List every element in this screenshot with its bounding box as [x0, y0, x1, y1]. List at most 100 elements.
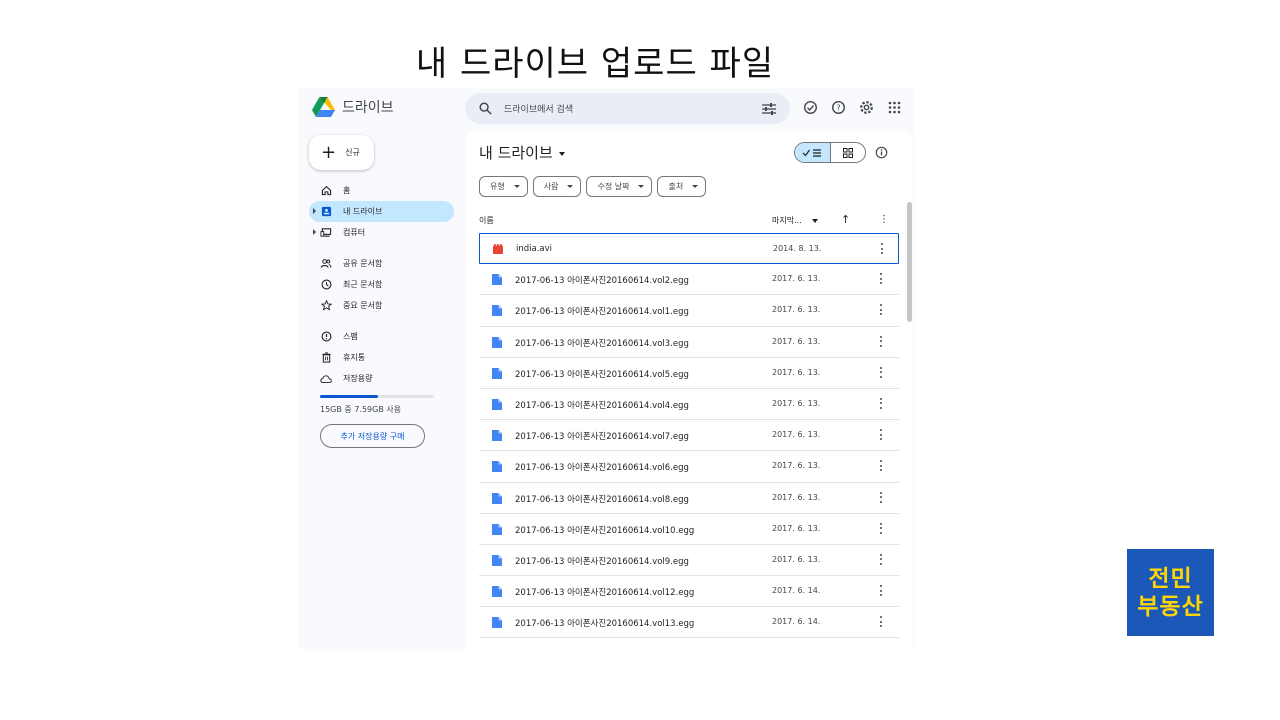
more-vert-icon[interactable] [877, 428, 885, 441]
help-icon[interactable]: ? [831, 100, 846, 115]
column-header-modified-label: 마지막... [772, 216, 802, 225]
document-file-icon [492, 398, 502, 410]
expand-caret-icon[interactable] [313, 229, 316, 235]
more-vert-icon[interactable]: ⋮ [879, 214, 889, 225]
grid-view-button[interactable] [831, 143, 866, 162]
offline-ready-icon[interactable] [803, 100, 818, 115]
search-icon[interactable] [479, 102, 492, 115]
file-row[interactable]: 2017-06-13 아이폰사진20160614.vol2.egg 2017. 6… [479, 264, 899, 296]
file-name[interactable]: 2017-06-13 아이폰사진20160614.vol9.egg [515, 555, 689, 567]
more-vert-icon[interactable] [877, 553, 885, 566]
more-vert-icon[interactable] [877, 272, 885, 285]
file-row[interactable]: 2017-06-13 아이폰사진20160614.vol7.egg 2017. 6… [479, 420, 899, 452]
sidebar-item-label: 최근 문서함 [343, 280, 383, 289]
sidebar-item-computers[interactable]: 컴퓨터 [309, 222, 454, 243]
more-vert-icon[interactable] [877, 584, 885, 597]
sidebar-item-shared[interactable]: 공유 문서함 [309, 253, 454, 274]
scrollbar[interactable] [907, 202, 912, 322]
sidebar-item-trash[interactable]: 휴지통 [309, 347, 454, 368]
info-icon[interactable] [875, 146, 888, 159]
brand-badge-line2: 부동산 [1137, 593, 1204, 620]
file-name[interactable]: 2017-06-13 아이폰사진20160614.vol13.egg [515, 617, 694, 629]
more-vert-icon[interactable] [877, 459, 885, 472]
file-name[interactable]: 2017-06-13 아이폰사진20160614.vol5.egg [515, 368, 689, 380]
file-row[interactable]: 2017-06-13 아이폰사진20160614.vol6.egg 2017. 6… [479, 451, 899, 483]
list-view-icon [802, 148, 822, 157]
file-row[interactable]: 2017-06-13 아이폰사진20160614.vol4.egg 2017. 6… [479, 389, 899, 421]
sidebar-item-recent[interactable]: 최근 문서함 [309, 274, 454, 295]
file-name[interactable]: 2017-06-13 아이폰사진20160614.vol10.egg [515, 524, 694, 536]
computer-icon [320, 227, 332, 239]
sidebar-item-storage[interactable]: 저장용량 [309, 368, 454, 389]
file-row[interactable]: 2017-06-13 아이폰사진20160614.vol9.egg 2017. 6… [479, 545, 899, 577]
file-modified-date: 2017. 6. 13. [772, 461, 821, 471]
sidebar-item-label: 홈 [343, 186, 351, 195]
cloud-icon [320, 373, 332, 385]
file-row[interactable]: 2017-06-13 아이폰사진20160614.vol12.egg 2017. … [479, 576, 899, 608]
file-row[interactable]: india.avi 2014. 8. 13. [479, 233, 899, 265]
file-row[interactable]: 2017-06-13 아이폰사진20160614.vol5.egg 2017. 6… [479, 358, 899, 389]
column-header-modified[interactable]: 마지막... [772, 215, 818, 226]
more-vert-icon[interactable] [877, 366, 885, 379]
sidebar-item-home[interactable]: 홈 [309, 180, 454, 201]
search-input[interactable]: 드라이브에서 검색 [504, 102, 762, 115]
file-modified-date: 2017. 6. 13. [772, 398, 821, 408]
main-content: 내 드라이브 유형 사람 수정 날짜 출처 이름 마지막... ↑ ⋮ indi… [466, 129, 913, 649]
sidebar-nav-secondary: 공유 문서함 최근 문서함 중요 문서함 [309, 253, 454, 316]
chevron-down-icon [692, 185, 699, 188]
filter-people-chip[interactable]: 사람 [532, 176, 582, 197]
recent-icon [320, 279, 332, 291]
chevron-down-icon [567, 185, 574, 188]
file-name[interactable]: 2017-06-13 아이폰사진20160614.vol8.egg [515, 493, 689, 505]
more-vert-icon[interactable] [877, 522, 885, 535]
settings-icon[interactable] [859, 100, 874, 115]
more-vert-icon[interactable] [877, 615, 885, 628]
page-title[interactable]: 내 드라이브 [479, 142, 565, 163]
my-drive-icon [320, 206, 332, 218]
file-name[interactable]: 2017-06-13 아이폰사진20160614.vol12.egg [515, 586, 694, 598]
column-header-name[interactable]: 이름 [479, 215, 494, 226]
apps-grid-icon[interactable] [887, 100, 902, 115]
file-name[interactable]: 2017-06-13 아이폰사진20160614.vol4.egg [515, 399, 689, 411]
filter-chip-label: 유형 [490, 182, 505, 191]
file-name[interactable]: 2017-06-13 아이폰사진20160614.vol2.egg [515, 274, 689, 286]
list-view-button[interactable] [795, 143, 831, 162]
new-button[interactable]: + 신규 [309, 135, 374, 170]
document-file-icon [492, 554, 502, 566]
more-vert-icon[interactable] [877, 491, 885, 504]
more-vert-icon[interactable] [877, 397, 885, 410]
file-name[interactable]: 2017-06-13 아이폰사진20160614.vol1.egg [515, 305, 689, 317]
sidebar-item-spam[interactable]: 스팸 [309, 326, 454, 347]
search-options-icon[interactable] [762, 102, 776, 115]
file-row[interactable]: 2017-06-13 아이폰사진20160614.vol1.egg 2017. 6… [479, 295, 899, 327]
more-vert-icon[interactable] [877, 335, 885, 348]
file-name[interactable]: india.avi [516, 244, 552, 254]
file-name[interactable]: 2017-06-13 아이폰사진20160614.vol7.egg [515, 430, 689, 442]
document-file-icon [492, 461, 502, 473]
filter-modified-chip[interactable]: 수정 날짜 [586, 176, 653, 197]
sidebar-item-my-drive[interactable]: 내 드라이브 [309, 201, 454, 222]
sidebar-item-starred[interactable]: 중요 문서함 [309, 295, 454, 316]
expand-caret-icon[interactable] [313, 208, 316, 214]
document-file-icon [492, 586, 502, 598]
sidebar-item-label: 중요 문서함 [343, 301, 383, 310]
sidebar-nav-primary: 홈 내 드라이브 컴퓨터 [309, 180, 454, 243]
search-bar[interactable]: 드라이브에서 검색 [465, 93, 790, 124]
file-name[interactable]: 2017-06-13 아이폰사진20160614.vol3.egg [515, 337, 689, 349]
file-row[interactable]: 2017-06-13 아이폰사진20160614.vol13.egg 2017. … [479, 607, 899, 639]
file-row[interactable]: 2017-06-13 아이폰사진20160614.vol10.egg 2017. … [479, 514, 899, 545]
sidebar-item-label: 내 드라이브 [343, 207, 383, 216]
file-modified-date: 2017. 6. 14. [772, 586, 821, 596]
filter-type-chip[interactable]: 유형 [479, 176, 528, 197]
file-row[interactable]: 2017-06-13 아이폰사진20160614.vol3.egg 2017. 6… [479, 327, 899, 358]
more-vert-icon[interactable] [878, 242, 886, 255]
file-row[interactable]: 2017-06-13 아이폰사진20160614.vol8.egg 2017. 6… [479, 483, 899, 514]
sort-arrow-up-icon[interactable]: ↑ [841, 213, 850, 226]
filter-source-chip[interactable]: 출처 [657, 176, 707, 197]
drive-logo[interactable]: 드라이브 [312, 97, 394, 117]
more-vert-icon[interactable] [877, 303, 885, 316]
file-name[interactable]: 2017-06-13 아이폰사진20160614.vol6.egg [515, 461, 689, 473]
filter-chip-label: 출처 [668, 182, 684, 191]
chevron-down-icon [513, 185, 520, 188]
buy-storage-button[interactable]: 추가 저장용량 구매 [320, 424, 425, 448]
